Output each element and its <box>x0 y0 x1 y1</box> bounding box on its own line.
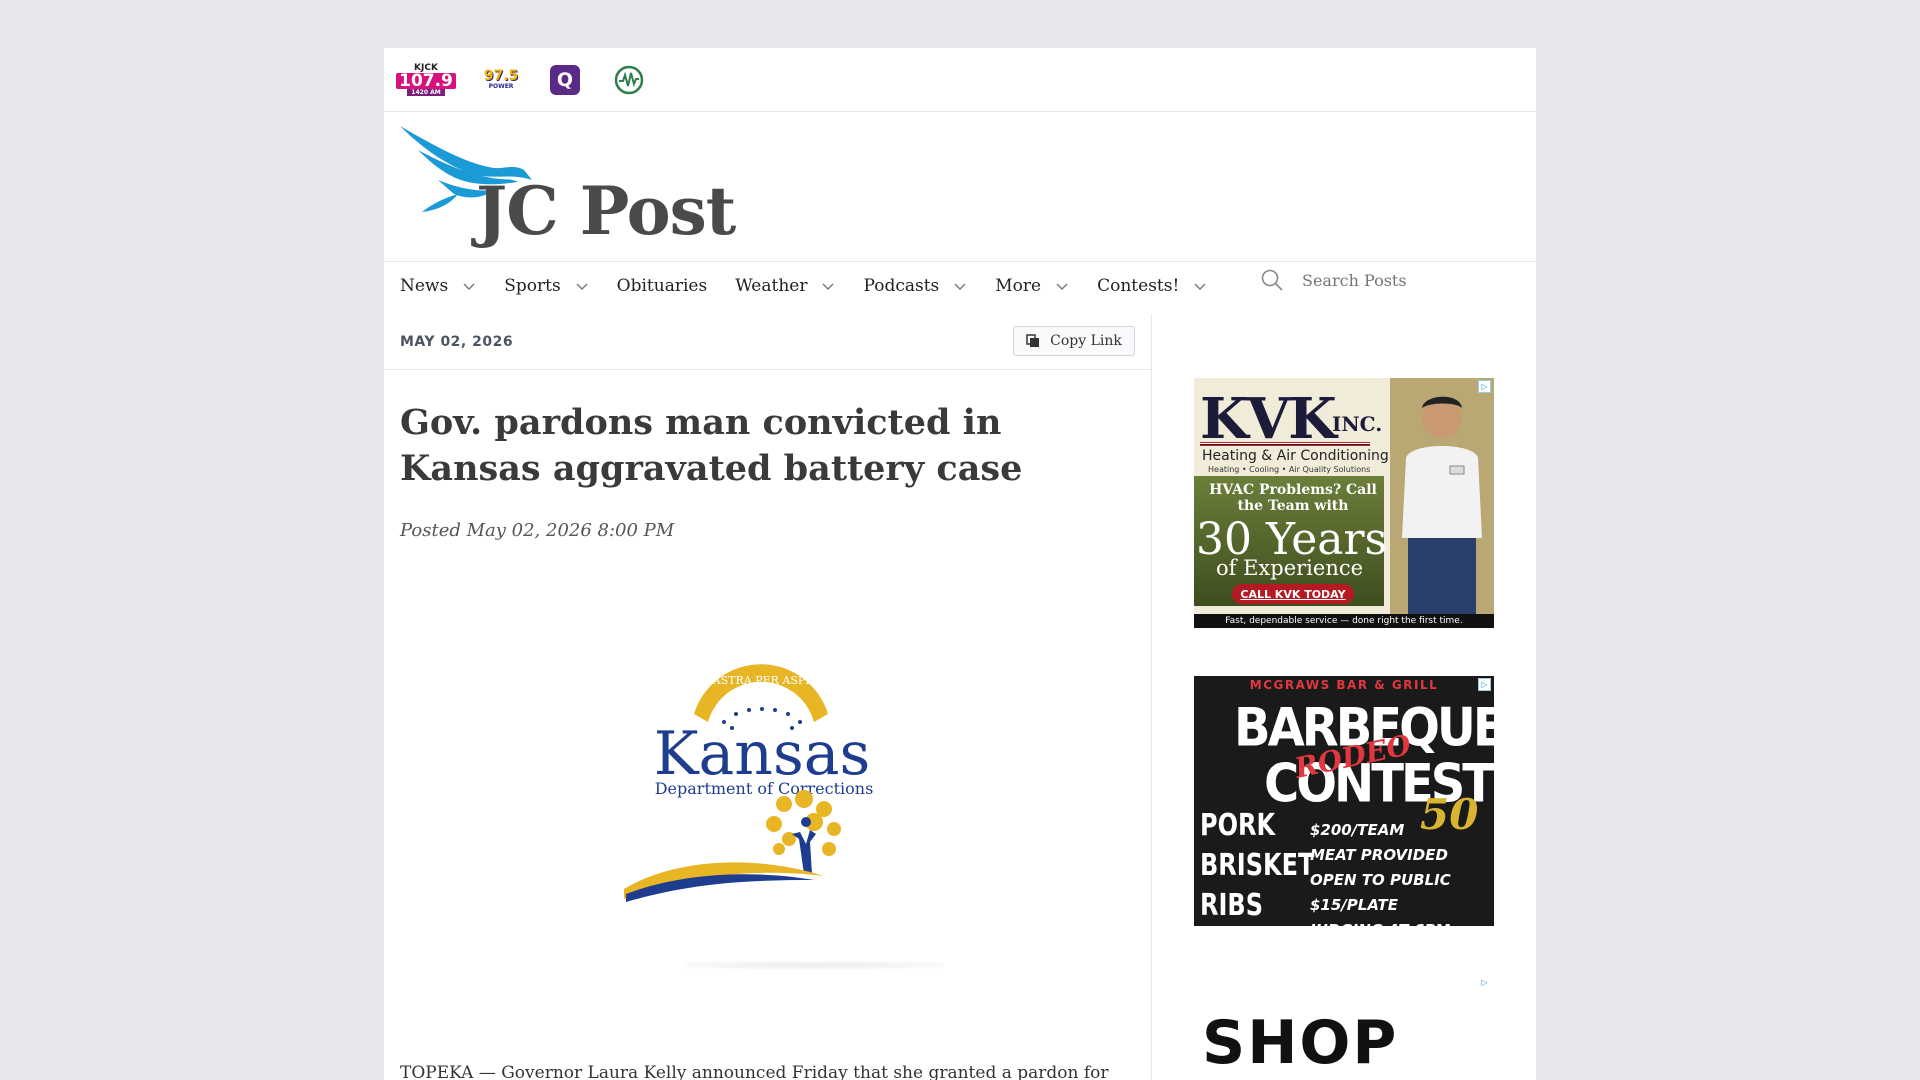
chevron-down-icon <box>1194 283 1206 290</box>
station-kjck-am: 1420 AM <box>407 88 445 96</box>
station-kjck-freq: 107.9 <box>396 72 456 89</box>
copy-link-label: Copy Link <box>1050 333 1122 349</box>
ad-shop[interactable]: SHOP ▷ <box>1194 974 1494 1080</box>
station-logo-kjck[interactable]: KJCK 107.9 1420 AM <box>396 63 456 96</box>
bbq-info: $200/TEAM MEAT PROVIDED OPEN TO PUBLIC $… <box>1310 818 1494 926</box>
nav-label: More <box>995 276 1042 296</box>
bbq-venue: MCGRAWS BAR & GRILL <box>1249 678 1439 692</box>
nav-label: Obituaries <box>616 276 708 296</box>
brand-header: JC Post News Sports Obituaries Weather P… <box>384 112 1536 296</box>
wave-icon <box>614 65 644 94</box>
station-logo-wave[interactable] <box>614 65 644 95</box>
bbq-meats: PORK BRISKET RIBS <box>1200 806 1314 926</box>
nav-label: Contests! <box>1097 276 1180 296</box>
site-logo[interactable]: JC Post <box>398 124 736 250</box>
bbq-meat: RIBS <box>1200 888 1263 923</box>
search-box <box>1260 268 1482 292</box>
article-posted-date: Posted May 02, 2026 8:00 PM <box>400 520 675 541</box>
nav-item-contests[interactable]: Contests! <box>1097 276 1207 296</box>
bbq-info-line: OPEN TO PUBLIC $15/PLATE <box>1310 871 1451 914</box>
adchoices-icon[interactable]: ▷ <box>1478 380 1491 393</box>
nav-label: Sports <box>504 276 561 296</box>
nav-label: News <box>400 276 449 296</box>
kvk-subtitle-2: Heating • Cooling • Air Quality Solution… <box>1208 465 1371 474</box>
page-container: KJCK 107.9 1420 AM 97.5 POWER Q JC Post … <box>384 48 1536 1080</box>
nav-item-sports[interactable]: Sports <box>504 276 588 296</box>
ad-kvk[interactable]: KVK INC. Heating & Air Conditioning Heat… <box>1194 378 1494 628</box>
station-power-name: POWER <box>488 83 514 90</box>
station-logo-q[interactable]: Q <box>550 64 580 95</box>
station-q-letter: Q <box>556 68 574 91</box>
chevron-down-icon <box>576 283 588 290</box>
kvk-cta-button[interactable]: CALL KVK TODAY <box>1232 584 1354 604</box>
article-headline: Gov. pardons man convicted in Kansas agg… <box>400 402 1023 489</box>
kvk-footer: Fast, dependable service — done right th… <box>1194 614 1494 628</box>
bbq-meat: BRISKET <box>1200 848 1315 883</box>
station-power-freq: 97.5 <box>483 68 519 84</box>
nav-item-more[interactable]: More <box>995 276 1069 296</box>
copy-link-button[interactable]: Copy Link <box>1013 326 1135 356</box>
bbq-info-line: $200/TEAM <box>1310 821 1405 839</box>
article-datebar: MAY 02, 2026 Copy Link <box>384 314 1151 370</box>
technician-image <box>1390 378 1494 614</box>
ad-bbq-contest[interactable]: MCGRAWS BAR & GRILL BARBEQUE CONTEST ROD… <box>1194 676 1494 926</box>
station-bar: KJCK 107.9 1420 AM 97.5 POWER Q <box>384 48 1536 112</box>
chevron-down-icon <box>822 283 834 290</box>
chevron-down-icon <box>463 283 475 290</box>
sidebar: KVK INC. Heating & Air Conditioning Heat… <box>1152 314 1536 1080</box>
copy-icon <box>1026 334 1040 347</box>
kvk-hvac-text: HVAC Problems? Call the Team with <box>1209 482 1377 514</box>
article-date: MAY 02, 2026 <box>400 334 514 350</box>
kvk-subtitle: Heating & Air Conditioning <box>1202 448 1389 464</box>
bbq-info-line: MEAT PROVIDED <box>1310 846 1448 864</box>
nav-item-podcasts[interactable]: Podcasts <box>863 276 967 296</box>
chevron-down-icon <box>954 283 966 290</box>
nav-label: Podcasts <box>863 276 940 296</box>
shop-text: SHOP <box>1202 1008 1399 1078</box>
kdoc-logo-image: AD ASTRA PER ASPERA Kansas Department of… <box>624 664 874 902</box>
nav-item-news[interactable]: News <box>400 276 476 296</box>
image-shadow <box>684 961 944 969</box>
kvk-experience: of Experience <box>1216 556 1364 580</box>
kvk-inc: INC. <box>1332 412 1383 436</box>
station-logo-power[interactable]: 97.5 POWER <box>483 65 519 95</box>
article-body: TOPEKA — Governor Laura Kelly announced … <box>400 1063 1109 1080</box>
bbq-meat: PORK <box>1200 808 1276 843</box>
site-logo-text: JC Post <box>476 172 736 250</box>
bbq-info-line: JUDGING AT 6PM <box>1310 918 1494 926</box>
nav-label: Weather <box>735 276 808 296</box>
nav-item-obituaries[interactable]: Obituaries <box>617 276 708 296</box>
nav-item-weather[interactable]: Weather <box>735 276 835 296</box>
kdoc-motto: AD ASTRA PER ASPERA <box>691 674 830 687</box>
adchoices-icon[interactable]: ▷ <box>1478 976 1491 989</box>
search-input[interactable] <box>1302 270 1482 290</box>
article-column: MAY 02, 2026 Copy Link Gov. pardons man … <box>384 314 1152 1080</box>
kvk-stripe <box>1200 442 1370 446</box>
article-image[interactable]: AD ASTRA PER ASPERA Kansas Department of… <box>614 644 914 934</box>
content-area: MAY 02, 2026 Copy Link Gov. pardons man … <box>384 314 1536 1080</box>
adchoices-icon[interactable]: ▷ <box>1478 678 1491 691</box>
chevron-down-icon <box>1056 283 1068 290</box>
main-nav: News Sports Obituaries Weather Podcasts … <box>400 274 1235 298</box>
search-icon[interactable] <box>1260 268 1284 292</box>
kdoc-sub: Department of Corrections <box>655 779 874 798</box>
